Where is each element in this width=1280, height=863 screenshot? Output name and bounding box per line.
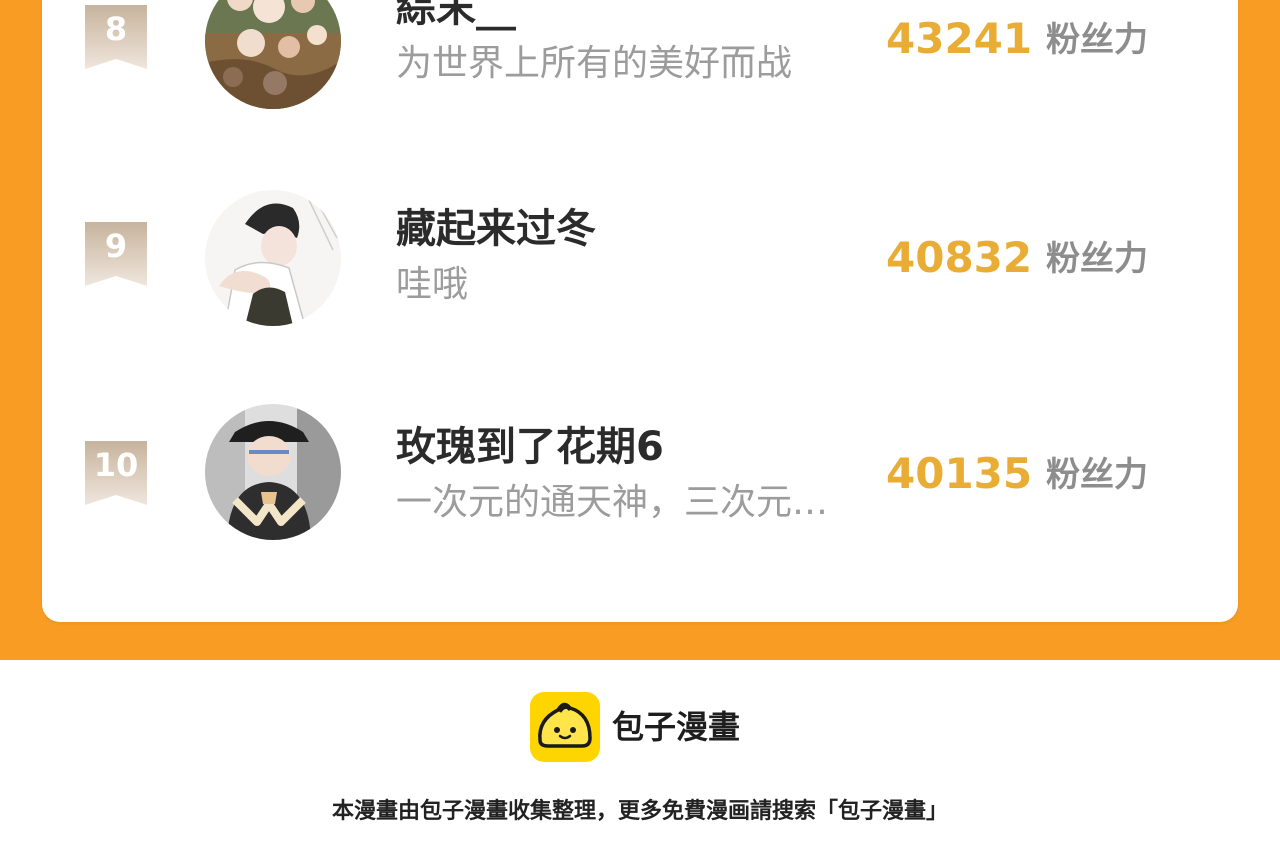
rank-ribbon-icon: 9 [85, 222, 147, 286]
source-note: 本漫畫由包子漫畫收集整理，更多免費漫画請搜索「包子漫畫」 [331, 799, 948, 824]
ranking-row[interactable]: 9 藏起来过冬 哇哦 40832 粉丝力 [0, 190, 1280, 332]
fan-power-score: 40135 [886, 449, 1033, 498]
ranking-row[interactable]: 8 綜末__ 为世界上所有的美好而战 43241 粉丝力 [0, 0, 1280, 115]
fan-power-unit: 粉丝力 [1046, 239, 1148, 279]
user-name[interactable]: 綜末__ [396, 0, 516, 33]
user-bio: 一次元的通天神，三次元… [396, 482, 829, 523]
rank-ribbon-icon: 10 [85, 441, 147, 505]
fan-power-unit: 粉丝力 [1046, 455, 1148, 495]
user-bio: 哇哦 [396, 264, 469, 305]
ranking-row[interactable]: 10 玫瑰到了花期6 一次元的通天神，三次元… 40135 粉丝力 [0, 404, 1280, 544]
user-avatar[interactable] [205, 404, 341, 540]
rank-ribbon-icon: 8 [85, 5, 147, 69]
fan-power-unit: 粉丝力 [1046, 20, 1148, 60]
bun-face-icon [530, 692, 600, 762]
rank-number: 8 [104, 10, 128, 48]
user-bio: 为世界上所有的美好而战 [396, 43, 793, 84]
user-name[interactable]: 玫瑰到了花期6 [396, 422, 664, 472]
brand-name: 包子漫畫 [612, 708, 741, 746]
fan-power-score: 40832 [886, 233, 1033, 282]
fan-power-score: 43241 [886, 14, 1033, 63]
user-name[interactable]: 藏起来过冬 [396, 204, 596, 254]
rank-number: 10 [93, 446, 139, 484]
user-avatar[interactable] [205, 0, 341, 109]
rank-number: 9 [104, 227, 128, 265]
user-avatar[interactable] [205, 190, 341, 326]
